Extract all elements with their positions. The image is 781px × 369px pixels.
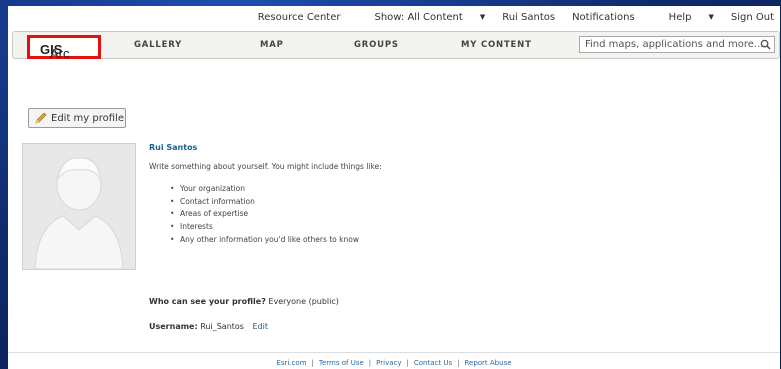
footer-link-contact[interactable]: Contact Us — [414, 359, 452, 367]
help-dropdown[interactable]: Help ▼ — [652, 12, 714, 23]
pencil-icon — [35, 112, 47, 124]
main-nav: Arc GIS GALLERY MAP GROUPS MY CONTENT Fin… — [12, 31, 780, 61]
utility-bar: Resource Center Show: All Content ▼ Rui S… — [8, 6, 780, 30]
edit-profile-label: Edit my profile — [51, 113, 124, 124]
arcgis-logo[interactable]: Arc GIS — [27, 35, 101, 61]
list-item: Your organization — [170, 184, 359, 197]
visibility-value: Everyone (public) — [268, 297, 339, 306]
visibility-label: Who can see your profile? — [149, 297, 266, 306]
search-icon[interactable] — [760, 39, 771, 50]
footer: Esri.com | Terms of Use | Privacy | Contact Us… — [8, 352, 780, 369]
separator: | — [368, 359, 372, 367]
arcgis-logo-text: Arc GIS — [40, 42, 70, 61]
list-item: Areas of expertise — [170, 209, 359, 222]
logo-text-arc: Arc — [50, 46, 70, 61]
caret-down-icon: ▼ — [708, 13, 714, 21]
edit-username-link[interactable]: Edit — [253, 322, 269, 331]
notifications-link[interactable]: Notifications — [572, 12, 635, 23]
nav-my-content[interactable]: MY CONTENT — [461, 40, 532, 50]
caret-down-icon: ▼ — [479, 13, 486, 21]
show-content-dropdown[interactable]: Show: All Content ▼ — [357, 12, 485, 23]
nav-groups[interactable]: GROUPS — [354, 40, 399, 50]
user-name-link[interactable]: Rui Santos — [502, 12, 555, 23]
footer-link-esri[interactable]: Esri.com — [276, 359, 306, 367]
resource-center-link[interactable]: Resource Center — [258, 12, 341, 23]
nav-map[interactable]: MAP — [260, 40, 284, 50]
default-user-silhouette-icon — [34, 157, 124, 270]
utility-links: Resource Center Show: All Content ▼ Rui S… — [241, 12, 774, 23]
profile-description: Write something about yourself. You migh… — [149, 162, 382, 171]
footer-link-terms[interactable]: Terms of Use — [319, 359, 364, 367]
help-label: Help — [668, 12, 692, 23]
footer-links: Esri.com | Terms of Use | Privacy | Contact Us… — [8, 359, 780, 367]
separator: | — [311, 359, 314, 367]
list-item: Interests — [170, 222, 359, 235]
username-value: Rui_Santos — [200, 322, 244, 331]
list-item: Contact information — [170, 197, 359, 210]
separator: | — [406, 359, 409, 367]
nav-gallery[interactable]: GALLERY — [134, 40, 182, 50]
profile-suggestions: Your organization Contact information Ar… — [170, 184, 359, 247]
sign-out-link[interactable]: Sign Out — [731, 12, 774, 23]
profile-name[interactable]: Rui Santos — [149, 143, 197, 152]
footer-link-privacy[interactable]: Privacy — [376, 359, 401, 367]
avatar — [22, 143, 136, 270]
search-placeholder: Find maps, applications and more... — [585, 39, 764, 50]
search-input[interactable]: Find maps, applications and more... — [579, 36, 775, 53]
list-item: Any other information you'd like others … — [170, 235, 359, 248]
username-label: Username: — [149, 322, 198, 331]
page: Resource Center Show: All Content ▼ Rui S… — [8, 6, 780, 369]
footer-link-report-abuse[interactable]: Report Abuse — [464, 359, 511, 367]
separator: | — [457, 359, 460, 367]
show-content-label: Show: All Content — [374, 12, 463, 23]
edit-profile-button[interactable]: Edit my profile — [28, 108, 126, 128]
username-row: Username: Rui_Santos Edit — [149, 322, 268, 331]
profile-visibility: Who can see your profile? Everyone (publ… — [149, 297, 339, 306]
